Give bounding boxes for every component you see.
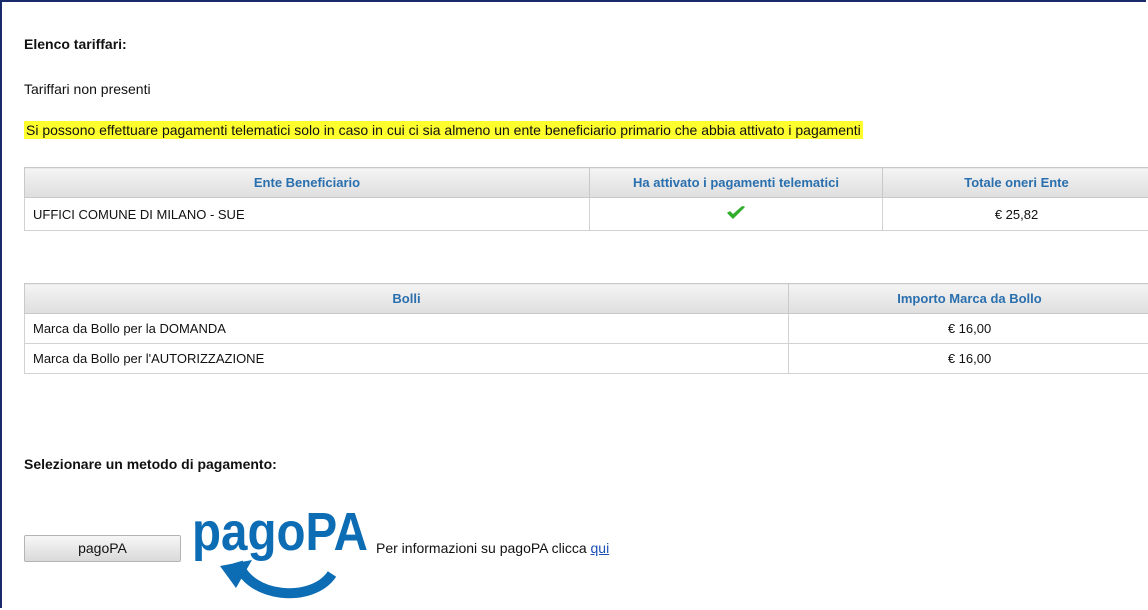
bolli-table: Bolli Importo Marca da Bollo Marca da Bo… bbox=[24, 283, 1148, 374]
checkmark-icon bbox=[727, 205, 745, 219]
ente-name-cell: UFFICI COMUNE DI MILANO - SUE bbox=[24, 197, 590, 231]
pagopa-info: Per informazioni su pagoPA clicca qui bbox=[376, 540, 609, 556]
bollo-importo-cell: € 16,00 bbox=[788, 313, 1148, 344]
bollo-importo-cell: € 16,00 bbox=[788, 343, 1148, 374]
pagopa-logo-text: pagoPA bbox=[192, 502, 368, 562]
col-bolli: Bolli bbox=[24, 283, 789, 314]
col-attivato-pagamenti: Ha attivato i pagamenti telematici bbox=[589, 167, 883, 198]
enti-table: Ente Beneficiario Ha attivato i pagament… bbox=[24, 167, 1148, 231]
bolli-table-header: Bolli Importo Marca da Bollo bbox=[24, 283, 1148, 314]
bollo-name-cell: Marca da Bollo per l'AUTORIZZAZIONE bbox=[24, 343, 789, 374]
payment-notice: Si possono effettuare pagamenti telemati… bbox=[24, 121, 863, 139]
totale-oneri-cell: € 25,82 bbox=[882, 197, 1148, 231]
no-tariffs-message: Tariffari non presenti bbox=[24, 81, 151, 97]
table-row: Marca da Bollo per l'AUTORIZZAZIONE € 16… bbox=[24, 343, 1148, 374]
attivato-cell bbox=[589, 197, 883, 231]
pagopa-logo: pagoPA bbox=[192, 502, 368, 599]
pagopa-button[interactable]: pagoPA bbox=[24, 535, 181, 562]
pagopa-info-link[interactable]: qui bbox=[591, 540, 610, 556]
tariff-list-title: Elenco tariffari: bbox=[24, 36, 127, 52]
table-row: Marca da Bollo per la DOMANDA € 16,00 bbox=[24, 313, 1148, 344]
bollo-name-cell: Marca da Bollo per la DOMANDA bbox=[24, 313, 789, 344]
payment-method-label: Selezionare un metodo di pagamento: bbox=[24, 456, 277, 472]
col-totale-oneri: Totale oneri Ente bbox=[882, 167, 1148, 198]
table-row: UFFICI COMUNE DI MILANO - SUE € 25,82 bbox=[24, 197, 1148, 231]
pagopa-info-text: Per informazioni su pagoPA clicca bbox=[376, 540, 591, 556]
col-ente-beneficiario: Ente Beneficiario bbox=[24, 167, 590, 198]
enti-table-header: Ente Beneficiario Ha attivato i pagament… bbox=[24, 167, 1148, 198]
col-importo-bollo: Importo Marca da Bollo bbox=[788, 283, 1148, 314]
